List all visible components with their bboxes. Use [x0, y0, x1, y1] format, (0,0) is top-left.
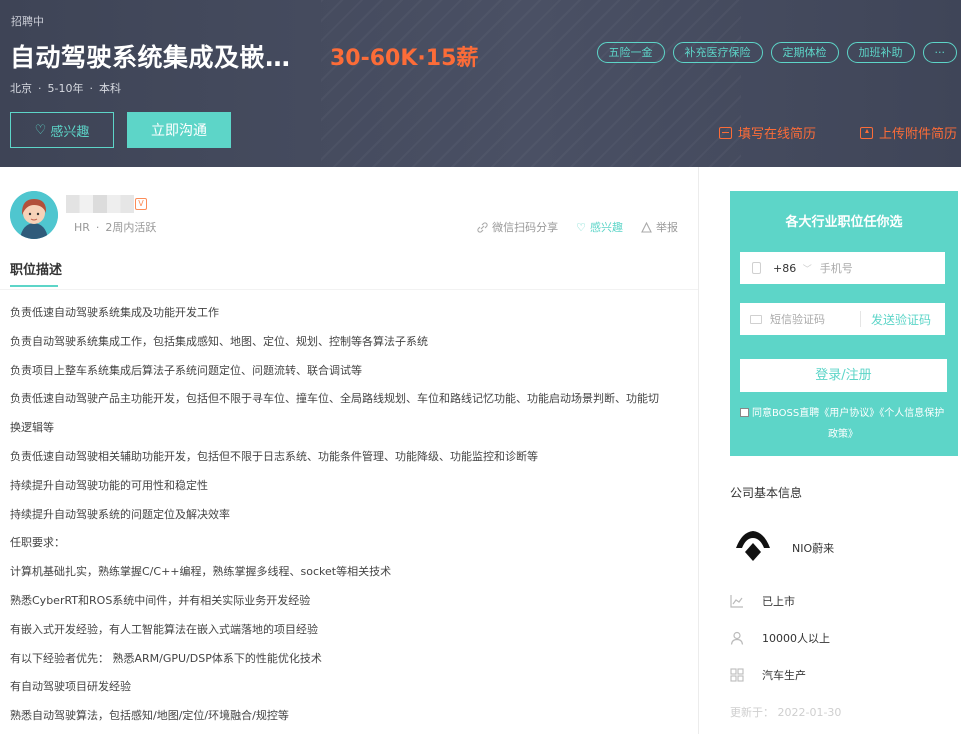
interest-button-label: 感兴趣: [50, 124, 90, 140]
heart-icon: ♡: [34, 122, 47, 138]
job-actions: 微信扫码分享 ♡ 感兴趣 举报: [477, 219, 678, 235]
description-line: 持续提升自动驾驶功能的可用性和稳定性: [10, 478, 208, 492]
job-meta: 北京 · 5-10年 · 本科: [10, 82, 121, 95]
phone-icon: [752, 262, 761, 274]
description-line: 持续提升自动驾驶系统的问题定位及解决效率: [10, 507, 230, 521]
company-size: 10000人以上: [762, 632, 830, 645]
description-line: 有以下经验者优先： 熟悉ARM/GPU/DSP体系下的性能优化技术: [10, 651, 322, 665]
sms-code-input[interactable]: 短信验证码: [770, 311, 850, 327]
hr-avatar[interactable]: [10, 191, 58, 239]
section-title-description: 职位描述: [10, 259, 62, 287]
interest-action-label: 感兴趣: [590, 221, 623, 234]
header-decoration: [321, 0, 741, 167]
job-degree: 本科: [98, 82, 121, 95]
upload-resume-label: 上传附件简历: [879, 127, 958, 142]
description-line: 熟悉自动驾驶算法，包括感知/地图/定位/环境融合/规控等: [10, 709, 289, 723]
description-line: 任职要求：: [10, 536, 65, 550]
description-line: 熟悉CyberRT和ROS系统中间件，并有相关实际业务开发经验: [10, 593, 311, 607]
description-line: 负责项目上整车系统集成后算法子系统问题定位、问题流转、联合调试等: [10, 363, 362, 377]
warning-icon: [641, 221, 652, 233]
company-size-row: 10000人以上: [730, 630, 830, 646]
benefit-tag: 加班补助: [846, 42, 915, 63]
company-name[interactable]: NIO蔚来: [792, 540, 834, 556]
description-line: 计算机基础扎实，熟练掌握C/C++编程，熟练掌握多线程、socket等相关技术: [10, 565, 392, 579]
description-line: 有自动驾驶项目研发经验: [10, 680, 131, 694]
job-detail-main: V HR · 2周内活跃 微信扫码分享 ♡ 感兴趣 举报 职位描述 负责低速自动驾驶…: [0, 167, 698, 734]
benefit-tag: 补充医疗保险: [672, 42, 763, 63]
description-line: 负责低速自动驾驶相关辅助功能开发，包括但不限于日志系统、功能条件管理、功能降级、…: [10, 449, 538, 463]
job-experience: 5-10年: [47, 82, 84, 95]
benefit-tags: 五险一金 补充医疗保险 定期体检 加班补助 ···: [596, 42, 957, 63]
company-logo[interactable]: [734, 528, 772, 564]
company-industry: 汽车生产: [762, 669, 806, 682]
chart-icon: [730, 595, 743, 608]
updated-date: 更新于： 2022-01-30: [730, 706, 842, 719]
salary: 30-60K·15薪: [330, 46, 479, 71]
description-line: 负责自动驾驶系统集成工作，包括集成感知、地图、定位、规划、控制等各算法子系统: [10, 334, 428, 348]
upload-icon: [860, 126, 873, 139]
signup-panel: 各大行业职位任你选 +86 ﹀ 手机号 短信验证码 发送验证码 登录/注册 同意…: [730, 191, 958, 456]
report-button[interactable]: 举报: [641, 219, 678, 235]
agreement-text-cont[interactable]: 政策》: [740, 424, 950, 445]
recruiting-status: 招聘中: [11, 15, 44, 28]
link-icon: [477, 221, 488, 233]
chevron-down-icon: ﹀: [802, 264, 812, 275]
agreement: 同意BOSS直聘《用户协议》《个人信息保护 政策》: [740, 403, 950, 445]
resume-icon: [719, 126, 732, 139]
hr-role: HR: [74, 221, 90, 234]
job-description: 负责低速自动驾驶系统集成及功能开发工作 负责自动驾驶系统集成工作，包括集成感知、…: [10, 299, 690, 731]
company-section-title: 公司基本信息: [730, 486, 803, 500]
country-code-select[interactable]: +86 ﹀: [773, 262, 812, 275]
phone-field[interactable]: +86 ﹀ 手机号: [740, 252, 945, 284]
send-code-button[interactable]: 发送验证码: [871, 311, 931, 328]
hr-name-blurred: [66, 195, 134, 213]
upload-resume-link[interactable]: 上传附件简历: [860, 123, 957, 142]
hr-meta: HR · 2周内活跃: [74, 221, 157, 234]
phone-input[interactable]: 手机号: [820, 260, 853, 276]
verified-badge: V: [135, 198, 147, 210]
heart-icon: ♡: [576, 220, 586, 234]
interest-button[interactable]: ♡ 感兴趣: [10, 112, 114, 148]
column-divider: [698, 167, 699, 734]
description-line: 负责低速自动驾驶系统集成及功能开发工作: [10, 306, 219, 319]
benefit-tag: 五险一金: [596, 42, 665, 63]
job-city: 北京: [10, 82, 32, 95]
message-icon: [750, 314, 762, 324]
company-industry-row: 汽车生产: [730, 667, 806, 683]
agree-checkbox[interactable]: [740, 408, 749, 417]
agreement-text[interactable]: 同意BOSS直聘《用户协议》《个人信息保护: [752, 408, 944, 419]
interest-action[interactable]: ♡ 感兴趣: [576, 219, 623, 235]
share-button[interactable]: 微信扫码分享: [477, 219, 558, 235]
more-benefits-button[interactable]: ···: [922, 42, 957, 63]
person-icon: [730, 631, 744, 645]
login-register-button[interactable]: 登录/注册: [740, 359, 947, 392]
report-label: 举报: [656, 221, 678, 234]
divider: [0, 289, 698, 290]
sms-code-field[interactable]: 短信验证码 发送验证码: [740, 303, 945, 335]
company-stage-row: 已上市: [730, 593, 795, 609]
grid-icon: [730, 668, 744, 682]
fill-resume-link[interactable]: 填写在线简历: [719, 123, 816, 142]
job-header: 招聘中 自动驾驶系统集成及嵌… 30-60K·15薪 北京 · 5-10年 · 本科 五…: [0, 0, 961, 167]
hr-activity: 2周内活跃: [105, 221, 157, 234]
share-label: 微信扫码分享: [492, 221, 559, 234]
fill-resume-label: 填写在线简历: [738, 127, 817, 142]
field-separator: [860, 311, 861, 327]
chat-button[interactable]: 立即沟通: [127, 112, 231, 148]
description-line: 换逻辑等: [10, 421, 54, 435]
country-code-value: +86: [773, 261, 797, 275]
description-line: 负责低速自动驾驶产品主功能开发，包括但不限于寻车位、撞车位、全局路线规划、车位和…: [10, 392, 659, 406]
description-line: 有嵌入式开发经验，有人工智能算法在嵌入式端落地的项目经验: [10, 622, 318, 636]
benefit-tag: 定期体检: [770, 42, 839, 63]
signup-title: 各大行业职位任你选: [785, 215, 903, 230]
company-stage: 已上市: [762, 595, 795, 608]
job-title: 自动驾驶系统集成及嵌…: [10, 43, 291, 72]
